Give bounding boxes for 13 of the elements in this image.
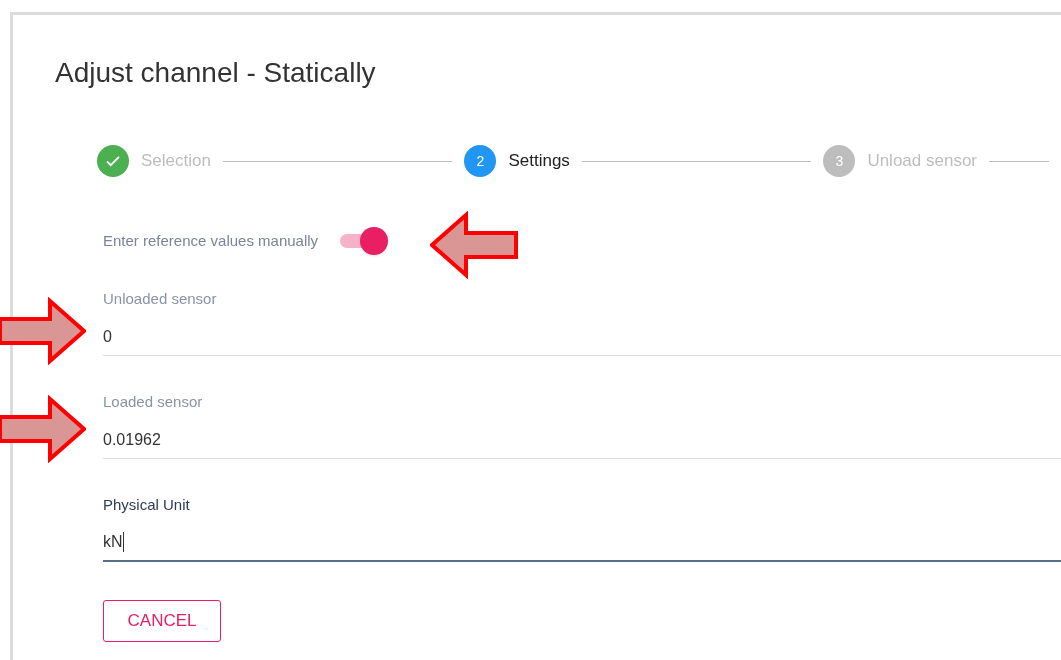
toggle-label: Enter reference values manually bbox=[103, 230, 319, 251]
input-field[interactable]: kN bbox=[103, 524, 1061, 562]
toggle-switch[interactable] bbox=[338, 227, 389, 255]
field-label: Physical Unit bbox=[103, 496, 191, 514]
cancel-button[interactable]: CANCEL bbox=[103, 600, 221, 642]
dialog-title: Adjust channel - Statically bbox=[55, 56, 377, 90]
field-label: Unloaded sensor bbox=[103, 290, 218, 308]
step-label: Settings bbox=[508, 150, 570, 173]
input-field[interactable]: 0 bbox=[103, 318, 1061, 356]
field-label: Loaded sensor bbox=[103, 393, 204, 411]
step-label: Selection bbox=[141, 150, 211, 173]
input-field[interactable]: 0.01962 bbox=[103, 421, 1061, 459]
step-label: Unload sensor bbox=[867, 150, 977, 173]
